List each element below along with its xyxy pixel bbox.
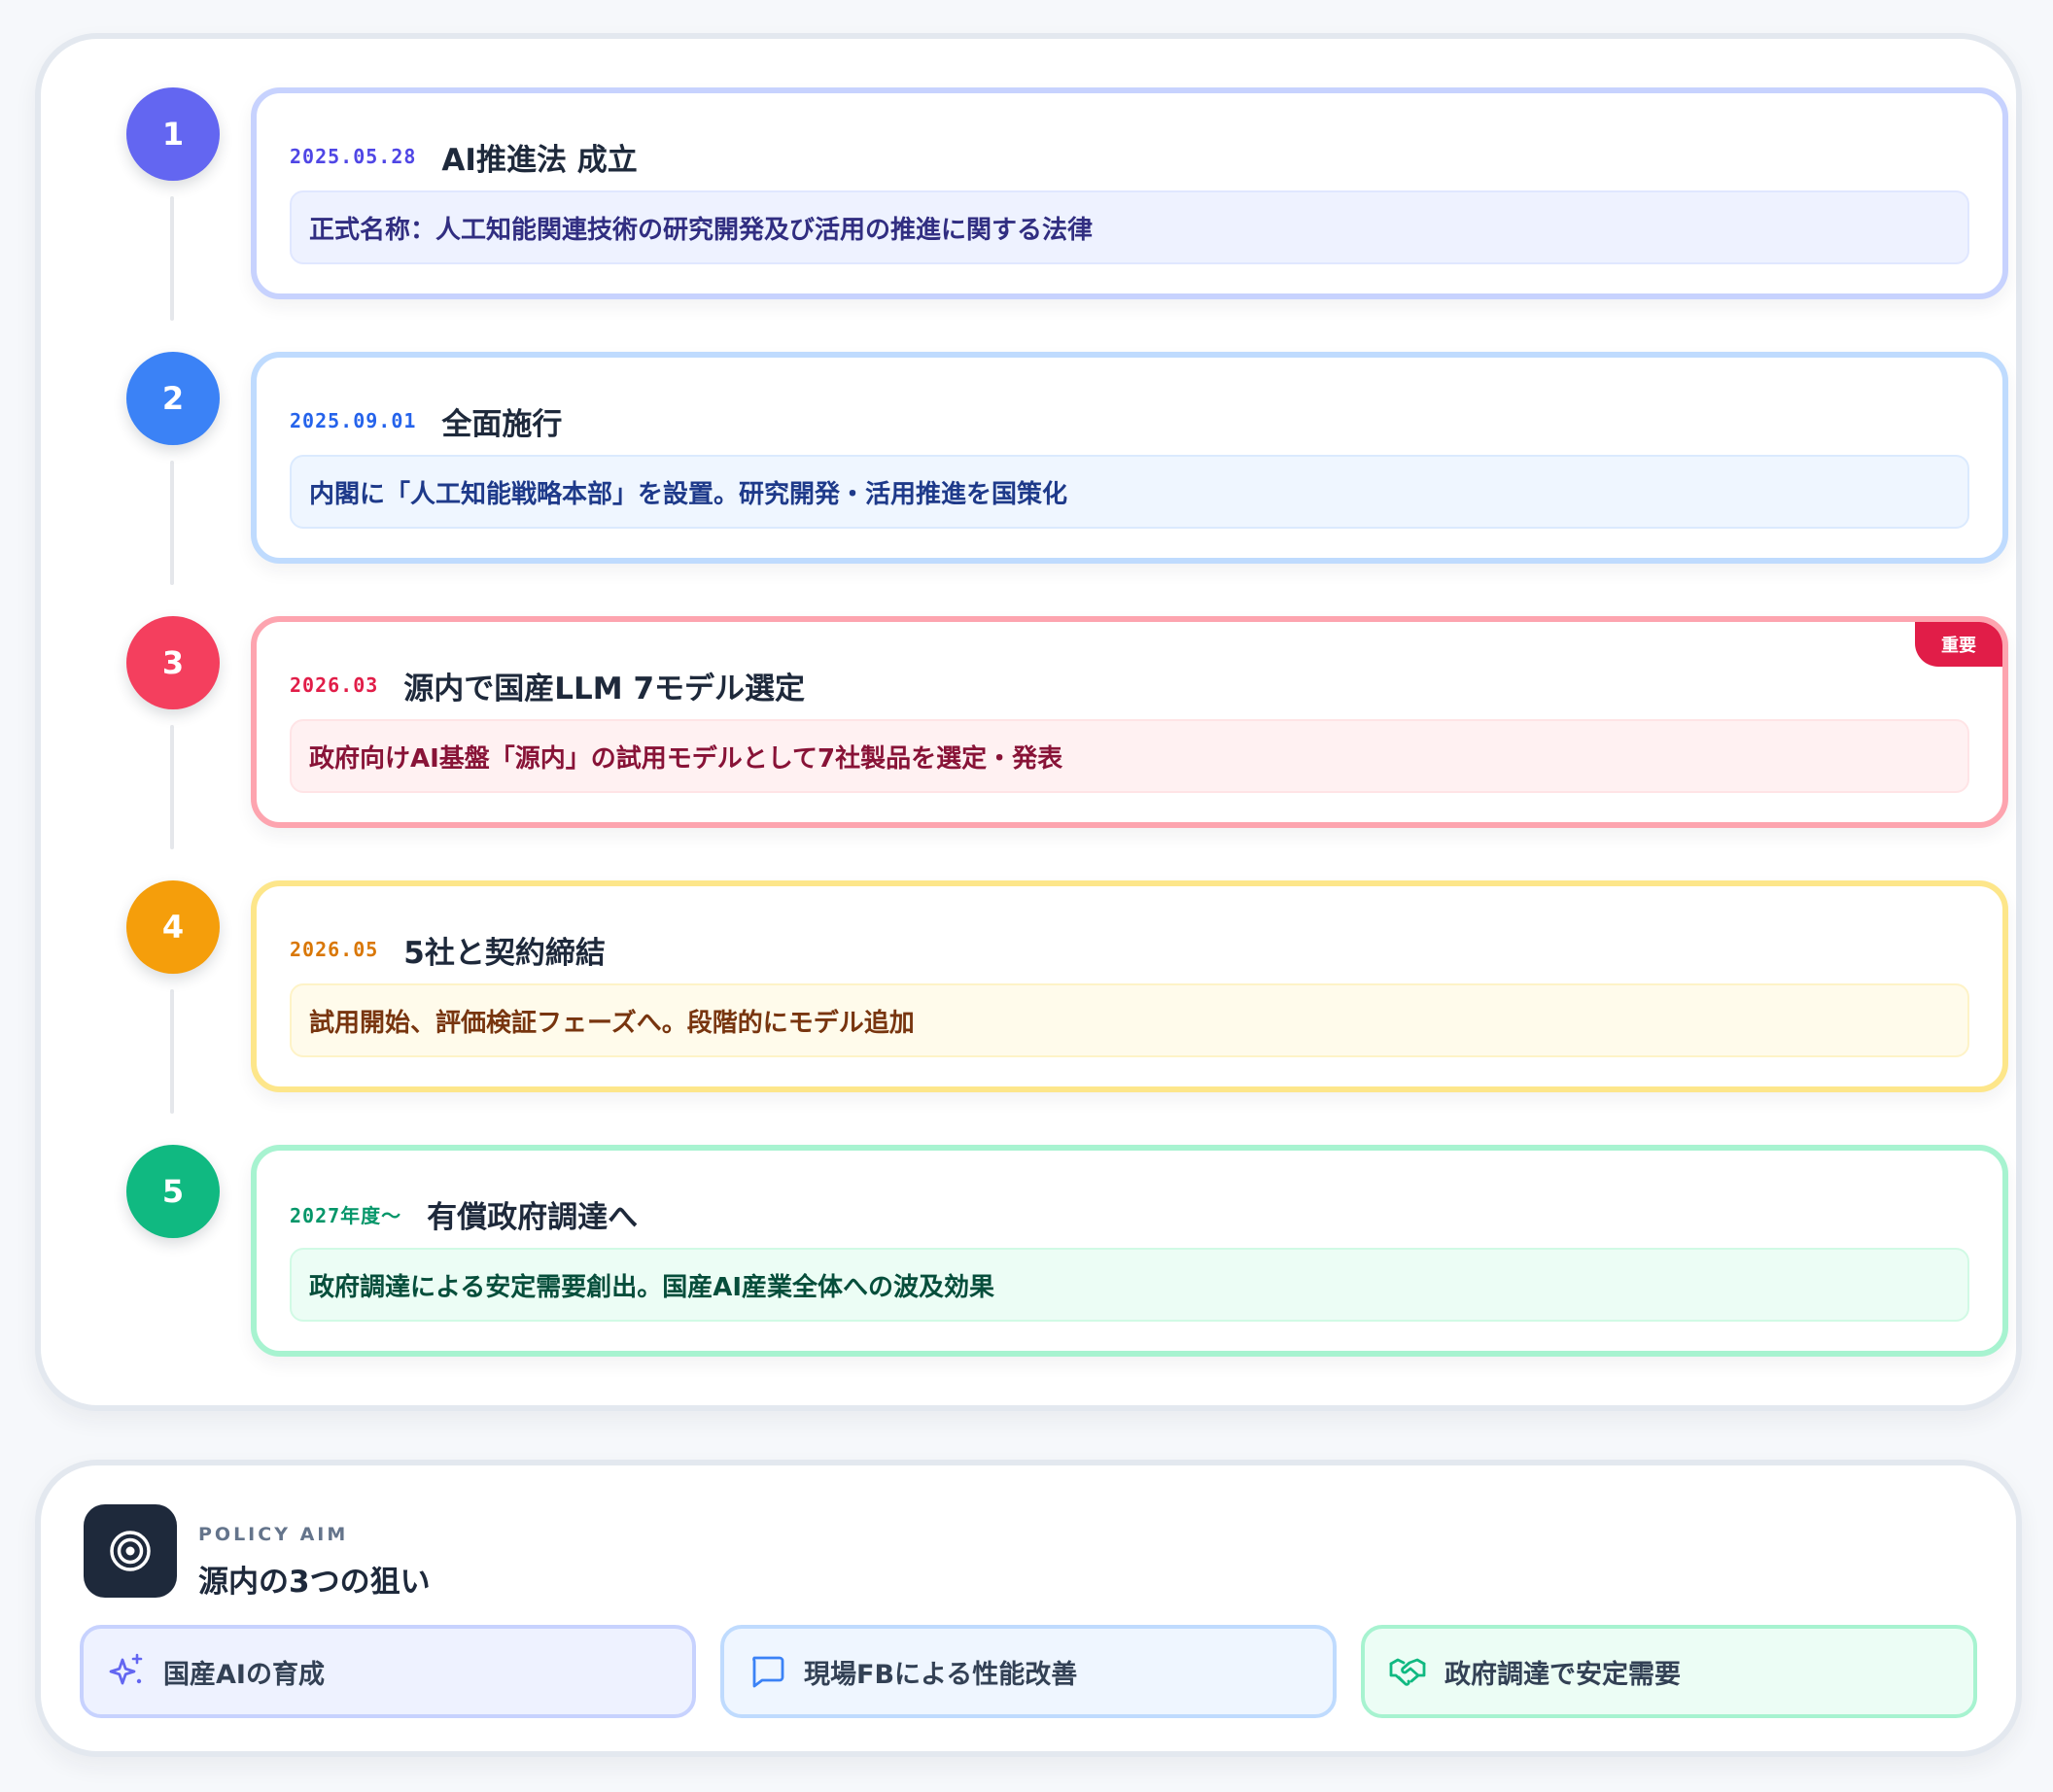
event-date: 2027年度〜 bbox=[290, 1203, 402, 1227]
event-description: 内閣に「人工知能戦略本部」を設置。研究開発・活用推進を国策化 bbox=[290, 455, 1969, 529]
target-icon bbox=[84, 1504, 177, 1598]
step-number-badge: 5 bbox=[126, 1145, 220, 1238]
timeline-event-card: 2026.05 5社と契約締結 試用開始、評価検証フェーズへ。段階的にモデル追加 bbox=[251, 880, 2008, 1092]
timeline-event-card: 2025.05.28 AI推進法 成立 正式名称：人工知能関連技術の研究開発及び… bbox=[251, 87, 2008, 299]
chat-bubble-icon bbox=[752, 1656, 784, 1688]
event-title: 5社と契約締結 bbox=[403, 935, 606, 971]
aim-item-label: 国産AIの育成 bbox=[163, 1659, 325, 1690]
event-title: 有償政府調達へ bbox=[427, 1199, 639, 1235]
event-date: 2026.03 bbox=[290, 673, 379, 697]
sparkles-icon bbox=[109, 1653, 143, 1685]
timeline-event-card: 重要 2026.03 源内で国産LLM 7モデル選定 政府向けAI基盤「源内」の… bbox=[251, 616, 2008, 828]
section-title: 源内の3つの狙い bbox=[198, 1565, 431, 1600]
event-title: 源内で国産LLM 7モデル選定 bbox=[403, 671, 806, 706]
aim-item-ai-development: 国産AIの育成 bbox=[80, 1625, 696, 1718]
timeline-event-card: 2025.09.01 全面施行 内閣に「人工知能戦略本部」を設置。研究開発・活用… bbox=[251, 352, 2008, 564]
event-description: 正式名称：人工知能関連技術の研究開発及び活用の推進に関する法律 bbox=[290, 190, 1969, 264]
aim-item-label: 現場FBによる性能改善 bbox=[804, 1659, 1078, 1690]
important-badge: 重要 bbox=[1915, 622, 2002, 667]
timeline-connector bbox=[170, 989, 174, 1114]
event-title: 全面施行 bbox=[441, 406, 563, 442]
event-description: 政府向けAI基盤「源内」の試用モデルとして7社製品を選定・発表 bbox=[290, 719, 1969, 793]
step-number-badge: 4 bbox=[126, 880, 220, 974]
section-eyebrow: POLICY AIM bbox=[198, 1524, 349, 1545]
aim-item-label: 政府調達で安定需要 bbox=[1444, 1659, 1681, 1690]
timeline-panel: 1 2025.05.28 AI推進法 成立 正式名称：人工知能関連技術の研究開発… bbox=[35, 33, 2022, 1411]
policy-aim-panel: POLICY AIM 源内の3つの狙い 国産AIの育成 現場FBによる性能改善 … bbox=[35, 1460, 2022, 1757]
event-date: 2025.09.01 bbox=[290, 409, 417, 432]
event-date: 2025.05.28 bbox=[290, 145, 417, 168]
timeline-connector bbox=[170, 461, 174, 585]
timeline-connector bbox=[170, 725, 174, 849]
handshake-icon bbox=[1389, 1658, 1426, 1686]
step-number-badge: 2 bbox=[126, 352, 220, 445]
event-title: AI推進法 成立 bbox=[441, 142, 638, 178]
timeline-connector bbox=[170, 196, 174, 321]
event-date: 2026.05 bbox=[290, 938, 379, 961]
event-description: 試用開始、評価検証フェーズへ。段階的にモデル追加 bbox=[290, 983, 1969, 1057]
step-number-badge: 1 bbox=[126, 87, 220, 181]
aim-item-stable-demand: 政府調達で安定需要 bbox=[1361, 1625, 1977, 1718]
aim-item-feedback-improvement: 現場FBによる性能改善 bbox=[720, 1625, 1337, 1718]
timeline-event-card: 2027年度〜 有償政府調達へ 政府調達による安定需要創出。国産AI産業全体への… bbox=[251, 1145, 2008, 1357]
step-number-badge: 3 bbox=[126, 616, 220, 709]
event-description: 政府調達による安定需要創出。国産AI産業全体への波及効果 bbox=[290, 1248, 1969, 1322]
